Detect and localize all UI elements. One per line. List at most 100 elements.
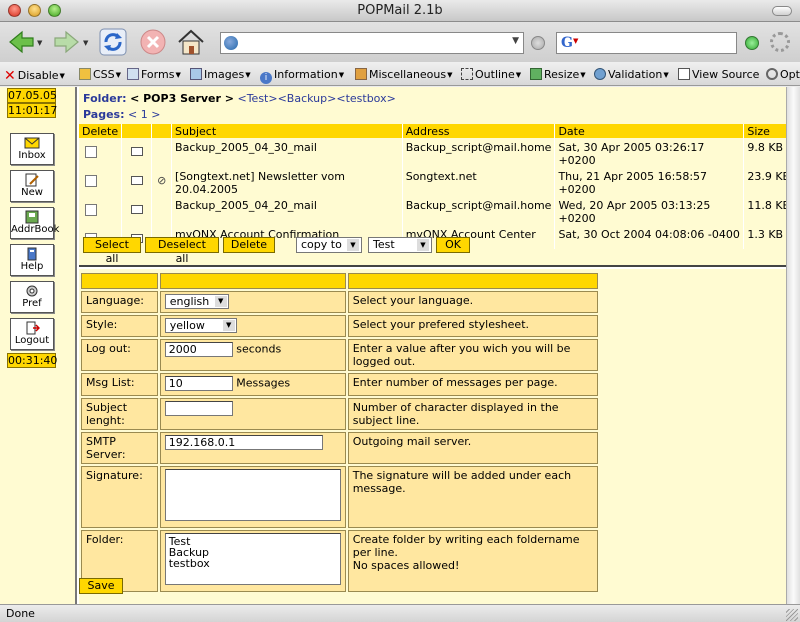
devbar-options-menu[interactable]: Opt bbox=[766, 68, 800, 81]
chevron-down-icon: ▼ bbox=[115, 71, 122, 79]
chevron-down-icon: ▼ bbox=[515, 71, 522, 79]
column-header-address[interactable]: Address bbox=[402, 124, 556, 138]
select-all-button[interactable]: Select all bbox=[83, 237, 141, 265]
smtp-server-input[interactable]: 192.168.0.1 bbox=[164, 435, 323, 450]
delete-checkbox[interactable] bbox=[85, 146, 97, 158]
red-x-icon: ✕ bbox=[4, 68, 16, 84]
pref-row-language: Language: english ▼ Select your language. bbox=[81, 291, 598, 313]
help-button[interactable]: Help bbox=[10, 244, 54, 276]
folder-breadcrumb: Folder: < POP3 Server > <Test><Backup><t… bbox=[83, 92, 396, 105]
delete-button[interactable]: Delete bbox=[223, 237, 275, 253]
devbar-forms-menu[interactable]: Forms▼ bbox=[127, 68, 181, 81]
stop-icon[interactable] bbox=[138, 27, 168, 57]
ok-button[interactable]: OK bbox=[436, 237, 470, 253]
pref-row-msglist: Msg List: 10 Messages Enter number of me… bbox=[81, 373, 598, 396]
target-folder-select[interactable]: Test ▼ bbox=[368, 237, 432, 253]
search-go-button[interactable] bbox=[745, 36, 759, 50]
vertical-scrollbar[interactable] bbox=[786, 87, 800, 604]
pref-help: Number of character displayed in the sub… bbox=[347, 398, 598, 430]
address-book-button[interactable]: AddrBook bbox=[10, 207, 59, 239]
devbar-information-menu[interactable]: i Information▼ bbox=[260, 68, 344, 84]
misc-tools-icon bbox=[355, 68, 367, 80]
message-subject[interactable]: Backup_2005_04_30_mail bbox=[171, 138, 403, 167]
search-input[interactable]: G ▼ bbox=[556, 32, 737, 54]
navigation-toolbar: ▼ ▼ ▼ G ▼ bbox=[0, 22, 800, 62]
message-subject[interactable]: Backup_2005_04_20_mail bbox=[171, 196, 403, 225]
chevron-down-icon: ▼ bbox=[214, 296, 227, 307]
preferences-table: Language: english ▼ Select your language.… bbox=[79, 271, 600, 594]
new-message-pencil-icon bbox=[25, 173, 39, 187]
inbox-button[interactable]: Inbox bbox=[10, 133, 54, 165]
devbar-resize-menu[interactable]: Resize▼ bbox=[530, 68, 586, 81]
column-header-date[interactable]: Date bbox=[554, 124, 745, 138]
home-icon[interactable] bbox=[176, 27, 206, 57]
column-header-status bbox=[121, 124, 153, 138]
pref-help: Enter a value after you wich you will be… bbox=[347, 339, 598, 371]
preferences-frame: Language: english ▼ Select your language.… bbox=[79, 269, 800, 604]
reload-icon[interactable] bbox=[98, 27, 128, 57]
back-history-dropdown-icon[interactable]: ▼ bbox=[37, 39, 42, 47]
new-message-button[interactable]: New bbox=[10, 170, 54, 202]
preferences-button[interactable]: Pref bbox=[10, 281, 54, 313]
pref-label: Subject lenght: bbox=[81, 398, 158, 430]
devbar-outline-menu[interactable]: Outline▼ bbox=[461, 68, 521, 81]
folder-link-test[interactable]: <Test> bbox=[237, 92, 277, 105]
pref-label: Msg List: bbox=[81, 373, 158, 396]
pref-help: Enter number of messages per page. bbox=[347, 373, 598, 396]
message-subject[interactable]: [Songtext.net] Newsletter vom 20.04.2005 bbox=[171, 167, 403, 196]
delete-checkbox[interactable] bbox=[85, 175, 97, 187]
devbar-images-menu[interactable]: Images▼ bbox=[190, 68, 251, 81]
message-date: Thu, 21 Apr 2005 16:58:57 +0200 bbox=[554, 167, 745, 196]
toolbar-toggle-button[interactable] bbox=[772, 6, 792, 16]
move-mode-select[interactable]: copy to ▼ bbox=[296, 237, 362, 253]
language-select[interactable]: english ▼ bbox=[164, 294, 229, 309]
subject-length-input[interactable] bbox=[164, 401, 233, 416]
logout-button[interactable]: Logout bbox=[10, 318, 54, 350]
devbar-miscellaneous-menu[interactable]: Miscellaneous▼ bbox=[355, 68, 453, 81]
left-frame: 07.05.05 11:01:17 Inbox New AddrBook Hel… bbox=[0, 87, 77, 604]
pref-help: Create folder by writing each foldername… bbox=[347, 530, 598, 592]
folder-link-testbox[interactable]: <testbox> bbox=[336, 92, 395, 105]
back-arrow-icon[interactable] bbox=[6, 27, 36, 57]
url-history-dropdown-icon[interactable]: ▼ bbox=[512, 36, 519, 46]
table-row: Backup_2005_04_20_mail Backup_script@mai… bbox=[79, 196, 800, 225]
devbar-view-source-button[interactable]: View Source bbox=[678, 68, 759, 81]
delete-checkbox[interactable] bbox=[85, 204, 97, 216]
chevron-down-icon: ▼ bbox=[663, 71, 669, 79]
search-engine-dropdown-icon[interactable]: ▼ bbox=[573, 37, 578, 45]
preferences-header-row bbox=[81, 273, 598, 289]
pref-help: Select your language. bbox=[347, 291, 598, 313]
resize-grip-icon[interactable] bbox=[786, 609, 798, 621]
status-text: Done bbox=[6, 607, 35, 620]
pref-help: The signature will be added under each m… bbox=[347, 466, 598, 528]
google-search-engine-icon[interactable]: G bbox=[561, 35, 573, 51]
signature-textarea[interactable] bbox=[164, 469, 341, 521]
pref-help: Outgoing mail server. bbox=[347, 432, 598, 464]
info-icon: i bbox=[260, 72, 272, 84]
message-address: Backup_script@mail.home bbox=[402, 196, 556, 225]
devbar-disable-menu[interactable]: ✕ Disable▼ bbox=[4, 68, 65, 84]
forward-arrow-icon[interactable] bbox=[52, 27, 82, 57]
messages-per-page-input[interactable]: 10 bbox=[164, 376, 233, 391]
page-link[interactable]: < 1 > bbox=[128, 108, 160, 121]
date-display: 07.05.05 bbox=[7, 88, 57, 103]
pref-label: SMTP Server: bbox=[81, 432, 158, 464]
pref-row-signature: Signature: The signature will be added u… bbox=[81, 466, 598, 528]
style-select[interactable]: yellow ▼ bbox=[164, 318, 237, 333]
devbar-css-menu[interactable]: CSS▼ bbox=[79, 68, 121, 81]
logout-seconds-input[interactable]: 2000 bbox=[164, 342, 233, 357]
url-input[interactable]: ▼ bbox=[220, 32, 524, 54]
current-folder: < POP3 Server > bbox=[130, 92, 234, 105]
gear-icon bbox=[766, 68, 778, 80]
deselect-all-button[interactable]: Deselect all bbox=[145, 237, 219, 265]
forward-history-dropdown-icon[interactable]: ▼ bbox=[83, 39, 88, 47]
column-header-subject[interactable]: Subject bbox=[171, 124, 403, 138]
folder-link-backup[interactable]: <Backup> bbox=[278, 92, 337, 105]
go-button[interactable] bbox=[531, 36, 545, 50]
web-developer-toolbar: ✕ Disable▼ CSS▼ Forms▼ Images▼ i Informati… bbox=[0, 62, 800, 86]
logout-door-icon bbox=[26, 321, 40, 335]
window-title: POPMail 2.1b bbox=[357, 3, 443, 18]
folders-textarea[interactable]: Test Backup testbox bbox=[164, 533, 341, 585]
devbar-validation-menu[interactable]: Validation▼ bbox=[594, 68, 669, 81]
save-button[interactable]: Save bbox=[79, 578, 123, 594]
